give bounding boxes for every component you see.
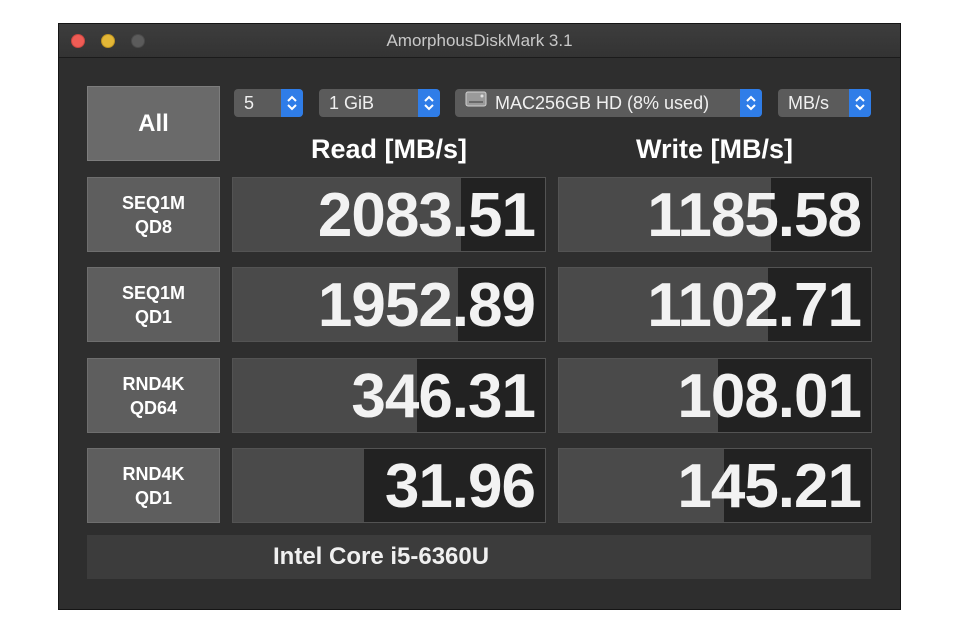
test-count-select[interactable]: 5 (234, 89, 303, 117)
test-label-line1: SEQ1M (121, 282, 186, 303)
up-down-chevron-icon (740, 89, 762, 117)
test-label-line2: QD8 (134, 216, 172, 237)
read-result-value: 31.96 (384, 452, 536, 521)
read-result-cell: 31.96 (232, 448, 546, 523)
hard-disk-icon (465, 88, 487, 116)
test-count-value: 5 (244, 93, 255, 113)
read-result-cell: 2083.51 (232, 177, 546, 252)
unit-select[interactable]: MB/s (778, 89, 871, 117)
write-column-header: Write [MB/s] (635, 134, 793, 164)
write-result-cell: 1102.71 (558, 267, 872, 342)
test-button-seq1m-qd1[interactable]: SEQ1M QD1 (87, 267, 220, 342)
disk-select[interactable]: MAC256GB HD (8% used) (455, 89, 762, 117)
unit-value: MB/s (788, 93, 830, 113)
up-down-chevron-icon (281, 89, 303, 117)
write-result-cell: 145.21 (558, 448, 872, 523)
read-result-value: 2083.51 (317, 181, 536, 250)
test-button-rnd4k-qd1[interactable]: RND4K QD1 (87, 448, 220, 523)
test-label-line1: RND4K (122, 463, 185, 484)
read-result-value: 346.31 (351, 362, 536, 431)
test-label-line2: QD1 (134, 487, 172, 508)
window-title: AmorphousDiskMark 3.1 (386, 31, 573, 50)
up-down-chevron-icon (418, 89, 440, 117)
test-label-line2: QD1 (134, 306, 172, 327)
read-result-cell: 346.31 (232, 358, 546, 433)
read-column-header: Read [MB/s] (310, 134, 467, 164)
write-result-value: 145.21 (677, 452, 862, 521)
write-result-value: 108.01 (677, 362, 862, 431)
test-label-line1: SEQ1M (121, 192, 186, 213)
read-result-value: 1952.89 (317, 271, 536, 340)
write-result-cell: 1185.58 (558, 177, 872, 252)
cpu-info-field[interactable]: Intel Core i5-6360U (87, 535, 871, 579)
title-bar: AmorphousDiskMark 3.1 (59, 24, 900, 58)
write-result-cell: 108.01 (558, 358, 872, 433)
test-label-line1: RND4K (122, 373, 185, 394)
test-button-rnd4k-qd64[interactable]: RND4K QD64 (87, 358, 220, 433)
test-button-seq1m-qd8[interactable]: SEQ1M QD8 (87, 177, 220, 252)
up-down-chevron-icon (849, 89, 871, 117)
write-result-value: 1102.71 (647, 271, 862, 340)
test-label-line2: QD64 (129, 397, 178, 418)
read-result-cell: 1952.89 (232, 267, 546, 342)
read-result-bar (233, 449, 365, 522)
test-size-select[interactable]: 1 GiB (319, 89, 440, 117)
disk-value: MAC256GB HD (8% used) (495, 93, 710, 113)
write-result-value: 1185.58 (647, 181, 862, 250)
test-size-value: 1 GiB (329, 93, 375, 113)
all-button[interactable]: All (87, 86, 220, 161)
